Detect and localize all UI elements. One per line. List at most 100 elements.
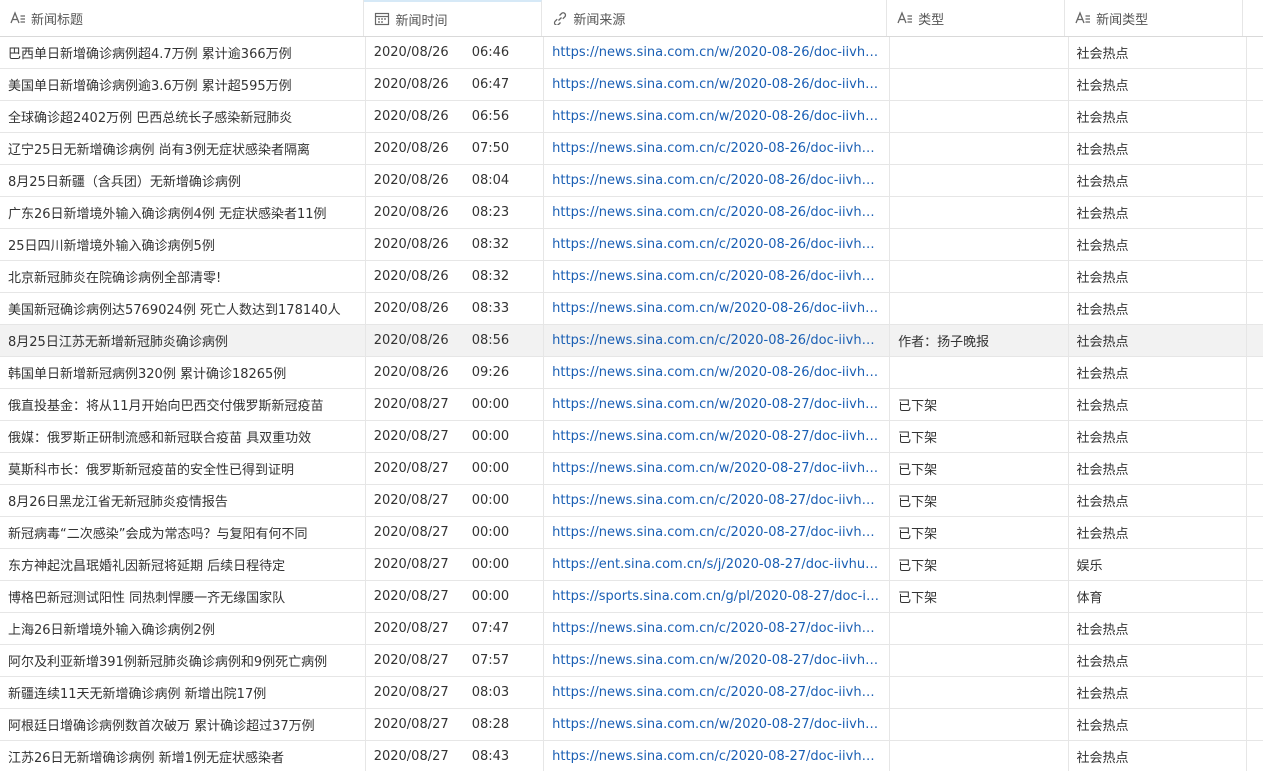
cell-news-type[interactable]: 社会热点 [1069,229,1247,260]
cell-title[interactable]: 8月25日江苏无新增新冠肺炎确诊病例 [0,325,366,356]
cell-url[interactable]: https://ent.sina.com.cn/s/j/2020-08-27/d… [544,549,891,580]
cell-url[interactable]: https://news.sina.com.cn/c/2020-08-27/do… [544,613,891,644]
cell-title[interactable]: 北京新冠肺炎在院确诊病例全部清零! [0,261,366,292]
cell-time[interactable]: 2020/08/27 00:00 [366,549,545,580]
cell-title[interactable]: 阿根廷日增确诊病例数首次破万 累计确诊超过37万例 [0,709,366,740]
news-url-link[interactable]: https://news.sina.com.cn/c/2020-08-26/do… [552,269,881,284]
cell-title[interactable]: 阿尔及利亚新增391例新冠肺炎确诊病例和9例死亡病例 [0,645,366,676]
cell-news-type[interactable]: 社会热点 [1069,165,1247,196]
cell-title[interactable]: 8月25日新疆（含兵团）无新增确诊病例 [0,165,366,196]
news-url-link[interactable]: https://news.sina.com.cn/c/2020-08-27/do… [552,685,881,700]
cell-type[interactable] [890,741,1069,771]
news-url-link[interactable]: https://news.sina.com.cn/w/2020-08-26/do… [552,45,881,60]
news-url-link[interactable]: https://news.sina.com.cn/c/2020-08-27/do… [552,493,881,508]
cell-title[interactable]: 全球确诊超2402万例 巴西总统长子感染新冠肺炎 [0,101,366,132]
cell-type[interactable]: 已下架 [890,485,1069,516]
news-url-link[interactable]: https://news.sina.com.cn/c/2020-08-26/do… [552,141,881,156]
cell-time[interactable]: 2020/08/27 00:00 [366,517,545,548]
cell-time[interactable]: 2020/08/27 08:28 [366,709,545,740]
table-row[interactable]: 莫斯科市长：俄罗斯新冠疫苗的安全性已得到证明 2020/08/27 00:00 htt… [0,453,1263,485]
cell-type[interactable]: 已下架 [890,549,1069,580]
cell-title[interactable]: 博格巴新冠测试阳性 同热刺悍腰一齐无缘国家队 [0,581,366,612]
cell-url[interactable]: https://news.sina.com.cn/w/2020-08-26/do… [544,101,891,132]
table-row[interactable]: 韩国单日新增新冠病例320例 累计确诊18265例 2020/08/26 09:26… [0,357,1263,389]
cell-type[interactable] [890,709,1069,740]
table-row[interactable]: 阿尔及利亚新增391例新冠肺炎确诊病例和9例死亡病例 2020/08/27 07:5… [0,645,1263,677]
news-url-link[interactable]: https://news.sina.com.cn/w/2020-08-26/do… [552,109,881,124]
cell-url[interactable]: https://news.sina.com.cn/c/2020-08-27/do… [544,485,891,516]
cell-type[interactable] [890,69,1069,100]
cell-title[interactable]: 新冠病毒“二次感染”会成为常态吗？与复阳有何不同 [0,517,366,548]
cell-title[interactable]: 巴西单日新增确诊病例超4.7万例 累计逾366万例 [0,37,366,68]
cell-title[interactable]: 俄直投基金：将从11月开始向巴西交付俄罗斯新冠疫苗 [0,389,366,420]
cell-news-type[interactable]: 社会热点 [1069,741,1247,771]
cell-url[interactable]: https://news.sina.com.cn/c/2020-08-26/do… [544,133,891,164]
table-row[interactable]: 全球确诊超2402万例 巴西总统长子感染新冠肺炎 2020/08/26 06:56 h… [0,101,1263,133]
cell-title[interactable]: 韩国单日新增新冠病例320例 累计确诊18265例 [0,357,366,388]
table-row[interactable]: 25日四川新增境外输入确诊病例5例 2020/08/26 08:32 https://… [0,229,1263,261]
cell-news-type[interactable]: 社会热点 [1069,709,1247,740]
cell-time[interactable]: 2020/08/27 00:00 [366,581,545,612]
cell-url[interactable]: https://news.sina.com.cn/c/2020-08-26/do… [544,325,891,356]
news-url-link[interactable]: https://news.sina.com.cn/w/2020-08-26/do… [552,301,881,316]
news-url-link[interactable]: https://news.sina.com.cn/w/2020-08-26/do… [552,77,881,92]
news-url-link[interactable]: https://ent.sina.com.cn/s/j/2020-08-27/d… [552,557,881,572]
news-url-link[interactable]: https://news.sina.com.cn/c/2020-08-27/do… [552,749,881,764]
cell-time[interactable]: 2020/08/27 00:00 [366,453,545,484]
cell-time[interactable]: 2020/08/27 07:47 [366,613,545,644]
cell-time[interactable]: 2020/08/26 08:56 [366,325,545,356]
table-row[interactable]: 8月25日新疆（含兵团）无新增确诊病例 2020/08/26 08:04 https:… [0,165,1263,197]
cell-title[interactable]: 25日四川新增境外输入确诊病例5例 [0,229,366,260]
table-row[interactable]: 博格巴新冠测试阳性 同热刺悍腰一齐无缘国家队 2020/08/27 00:00 htt… [0,581,1263,613]
cell-news-type[interactable]: 社会热点 [1069,357,1247,388]
cell-url[interactable]: https://news.sina.com.cn/w/2020-08-26/do… [544,37,891,68]
table-row[interactable]: 江苏26日无新增确诊病例 新增1例无症状感染者 2020/08/27 08:43 ht… [0,741,1263,771]
news-url-link[interactable]: https://news.sina.com.cn/c/2020-08-26/do… [552,173,881,188]
news-url-link[interactable]: https://news.sina.com.cn/w/2020-08-27/do… [552,429,881,444]
cell-type[interactable] [890,677,1069,708]
cell-url[interactable]: https://news.sina.com.cn/w/2020-08-26/do… [544,357,891,388]
table-row[interactable]: 广东26日新增境外输入确诊病例4例 无症状感染者11例 2020/08/26 08:… [0,197,1263,229]
cell-time[interactable]: 2020/08/26 06:56 [366,101,545,132]
news-url-link[interactable]: https://news.sina.com.cn/c/2020-08-26/do… [552,333,881,348]
cell-url[interactable]: https://news.sina.com.cn/w/2020-08-26/do… [544,293,891,324]
cell-url[interactable]: https://news.sina.com.cn/c/2020-08-26/do… [544,261,891,292]
cell-url[interactable]: https://news.sina.com.cn/w/2020-08-26/do… [544,69,891,100]
table-row[interactable]: 北京新冠肺炎在院确诊病例全部清零! 2020/08/26 08:32 https://… [0,261,1263,293]
cell-news-type[interactable]: 社会热点 [1069,133,1247,164]
cell-title[interactable]: 江苏26日无新增确诊病例 新增1例无症状感染者 [0,741,366,771]
cell-type[interactable] [890,229,1069,260]
table-row[interactable]: 东方神起沈昌珉婚礼因新冠将延期 后续日程待定 2020/08/27 00:00 htt… [0,549,1263,581]
cell-type[interactable]: 已下架 [890,517,1069,548]
cell-type[interactable] [890,101,1069,132]
cell-news-type[interactable]: 社会热点 [1069,37,1247,68]
cell-type[interactable] [890,37,1069,68]
news-url-link[interactable]: https://news.sina.com.cn/c/2020-08-27/do… [552,621,881,636]
cell-url[interactable]: https://news.sina.com.cn/w/2020-08-27/do… [544,421,891,452]
cell-news-type[interactable]: 社会热点 [1069,613,1247,644]
news-url-link[interactable]: https://news.sina.com.cn/w/2020-08-27/do… [552,653,881,668]
cell-url[interactable]: https://news.sina.com.cn/c/2020-08-26/do… [544,229,891,260]
cell-url[interactable]: https://news.sina.com.cn/c/2020-08-27/do… [544,741,891,771]
cell-time[interactable]: 2020/08/26 08:32 [366,229,545,260]
cell-news-type[interactable]: 社会热点 [1069,197,1247,228]
table-row[interactable]: 巴西单日新增确诊病例超4.7万例 累计逾366万例 2020/08/26 06:46… [0,37,1263,69]
news-url-link[interactable]: https://news.sina.com.cn/c/2020-08-26/do… [552,237,881,252]
cell-news-type[interactable]: 社会热点 [1069,645,1247,676]
cell-news-type[interactable]: 娱乐 [1069,549,1247,580]
cell-type[interactable] [890,645,1069,676]
cell-title[interactable]: 辽宁25日无新增确诊病例 尚有3例无症状感染者隔离 [0,133,366,164]
cell-time[interactable]: 2020/08/27 00:00 [366,485,545,516]
cell-type[interactable] [890,197,1069,228]
cell-news-type[interactable]: 社会热点 [1069,517,1247,548]
cell-news-type[interactable]: 社会热点 [1069,101,1247,132]
news-url-link[interactable]: https://news.sina.com.cn/w/2020-08-27/do… [552,461,881,476]
cell-title[interactable]: 俄媒：俄罗斯正研制流感和新冠联合疫苗 具双重功效 [0,421,366,452]
cell-url[interactable]: https://sports.sina.com.cn/g/pl/2020-08-… [544,581,891,612]
table-row[interactable]: 阿根廷日增确诊病例数首次破万 累计确诊超过37万例 2020/08/27 08:28… [0,709,1263,741]
column-header-time[interactable]: 新闻时间 [364,0,543,36]
cell-news-type[interactable]: 社会热点 [1069,485,1247,516]
cell-type[interactable]: 已下架 [890,453,1069,484]
cell-news-type[interactable]: 社会热点 [1069,421,1247,452]
table-row[interactable]: 8月26日黑龙江省无新冠肺炎疫情报告 2020/08/27 00:00 https:/… [0,485,1263,517]
